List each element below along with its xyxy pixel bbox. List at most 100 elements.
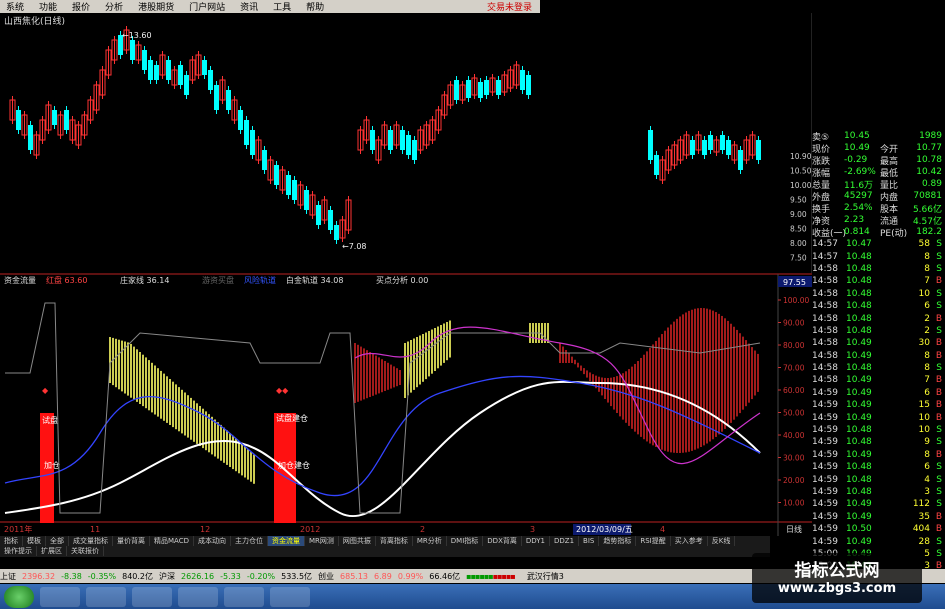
tab-9[interactable]: MR网测 <box>305 536 339 546</box>
main-chart[interactable]: 山西焦化(日线) 10.90 10.50 10.00 9.50 9.00 8.50 8.00 7… <box>0 13 812 536</box>
tick-time: 14:59 <box>812 462 838 473</box>
tick-direction: B <box>935 511 942 522</box>
market-name[interactable]: 武汉行情3 <box>527 571 564 582</box>
tab-14[interactable]: DDX背离 <box>483 536 522 546</box>
candle-down <box>370 130 375 150</box>
tick-time: 14:59 <box>812 387 838 398</box>
tick-row: 14:59 10.49 10 B <box>812 411 945 423</box>
tab-22[interactable]: 操作提示 <box>0 546 37 556</box>
tab-20[interactable]: 买入参考 <box>671 536 708 546</box>
taskbar-item-2[interactable] <box>86 586 126 607</box>
tab-3[interactable]: 成交量指标 <box>69 536 113 546</box>
sz-label[interactable]: 沪深 <box>159 571 175 582</box>
tab-12[interactable]: MR分析 <box>413 536 447 546</box>
candle-down <box>726 140 731 155</box>
time-label-6: 4 <box>660 525 665 534</box>
tab-7[interactable]: 主力仓位 <box>231 536 268 546</box>
tick-time: 14:58 <box>812 325 838 336</box>
login-status[interactable]: 交易未登录 <box>487 0 540 13</box>
tick-volume: 8 <box>924 263 930 274</box>
tab-1[interactable]: 模板 <box>23 536 46 546</box>
tab-10[interactable]: 网图共振 <box>339 536 376 546</box>
tab-19[interactable]: RSI提醒 <box>636 536 671 546</box>
sh-value: 2396.32 <box>22 571 56 581</box>
tab-16[interactable]: DDZ1 <box>550 536 580 546</box>
start-button[interactable] <box>4 585 34 608</box>
quote-value-2: 10.78 <box>916 155 942 165</box>
candle-down <box>520 70 525 90</box>
tick-direction: B <box>935 524 942 535</box>
tab-8[interactable]: 资金流量 <box>267 536 305 546</box>
stock-title: 山西焦化(日线) <box>4 15 65 27</box>
candle-down <box>738 150 743 170</box>
tab-13[interactable]: DMI指标 <box>447 536 484 546</box>
tab-15[interactable]: DDY1 <box>522 536 551 546</box>
taskbar-item-1[interactable] <box>40 586 80 607</box>
menu-quote[interactable]: 报价 <box>66 0 99 13</box>
candle-down <box>244 120 249 145</box>
tick-row: 14:58 10.48 7 B <box>812 275 945 287</box>
indicator-header-5: 白金轨道 34.08 <box>286 275 343 285</box>
quote-row: 总量 11.6万 量比 0.89 <box>812 178 945 191</box>
tick-direction: S <box>936 251 942 262</box>
tab-2[interactable]: 全部 <box>46 536 69 546</box>
quote-value-2: 182.2 <box>916 227 942 237</box>
tab-5[interactable]: 精品MACD <box>150 536 194 546</box>
quote-row: 换手 2.54% 股本 5.66亿 <box>812 202 945 215</box>
tab-18[interactable]: 趋势指标 <box>599 536 637 546</box>
menu-news[interactable]: 资讯 <box>234 0 267 13</box>
tick-volume: 8 <box>924 350 930 361</box>
taskbar-item-6[interactable] <box>270 586 310 607</box>
tick-direction: S <box>936 325 942 336</box>
tick-price: 10.49 <box>846 387 872 398</box>
sh-label[interactable]: 上证 <box>0 571 16 582</box>
tick-price: 10.48 <box>846 487 872 497</box>
tick-price: 10.48 <box>846 288 872 299</box>
watermark-title: 指标公式网 <box>794 561 880 581</box>
menu-function[interactable]: 功能 <box>33 0 66 13</box>
tick-price: 10.49 <box>846 511 872 522</box>
tick-time: 14:59 <box>812 524 838 535</box>
quote-value: -0.29 <box>844 155 868 165</box>
cy-label[interactable]: 创业 <box>318 571 334 582</box>
sz-amount: 533.5亿 <box>281 571 313 581</box>
tab-6[interactable]: 成本动向 <box>194 536 231 546</box>
indicator-tick-label: 30.00 <box>783 454 805 463</box>
tick-direction: S <box>936 462 942 473</box>
tick-time: 14:58 <box>812 301 838 312</box>
tick-price: 10.50 <box>846 524 872 535</box>
indicator-header-0: 资金流量 <box>4 275 36 285</box>
tab-17[interactable]: BIS <box>579 536 600 546</box>
menu-hk-futures[interactable]: 港股期货 <box>132 0 183 13</box>
quote-value: -2.69% <box>844 167 876 177</box>
tick-direction: B <box>935 313 942 324</box>
menu-portal[interactable]: 门户网站 <box>183 0 234 13</box>
taskbar-item-5[interactable] <box>224 586 264 607</box>
candle-down <box>690 140 695 155</box>
taskbar-item-3[interactable] <box>132 586 172 607</box>
candle-down <box>484 80 489 95</box>
tab-11[interactable]: 背离指标 <box>376 536 413 546</box>
tab-23[interactable]: 扩展区 <box>37 546 67 556</box>
tick-volume: 28 <box>918 536 930 547</box>
indicator-tick-label: 50.00 <box>783 409 805 418</box>
cy-change: 6.89 <box>374 571 392 581</box>
menu-analysis[interactable]: 分析 <box>99 0 132 13</box>
tab-21[interactable]: 反K线 <box>708 536 736 546</box>
tick-volume: 6 <box>924 301 930 312</box>
menu-system[interactable]: 系统 <box>0 0 33 13</box>
menu-help[interactable]: 帮助 <box>300 0 333 13</box>
quote-panel: 卖⑤ 10.45 1989 现价 10.49 今开 10.77 涨跌 -0.29 最高 10.78 涨… <box>812 130 945 571</box>
tab-24[interactable]: 关联报价 <box>67 546 104 556</box>
taskbar-item-4[interactable] <box>178 586 218 607</box>
menu-tools[interactable]: 工具 <box>267 0 300 13</box>
quote-value: 10.49 <box>844 143 870 153</box>
tick-volume: 35 <box>918 511 930 522</box>
signal-marker: ◆◆ <box>276 386 289 395</box>
tab-0[interactable]: 指标 <box>0 536 23 546</box>
indicator-tick-label: 100.00 <box>783 296 809 305</box>
tick-time: 14:58 <box>812 288 838 299</box>
tab-4[interactable]: 量价背离 <box>113 536 150 546</box>
quote-value-2: 0.89 <box>921 179 942 189</box>
market-bars-icon: ▪▪▪▪▪▪▪▪▪▪▪ <box>466 571 516 581</box>
